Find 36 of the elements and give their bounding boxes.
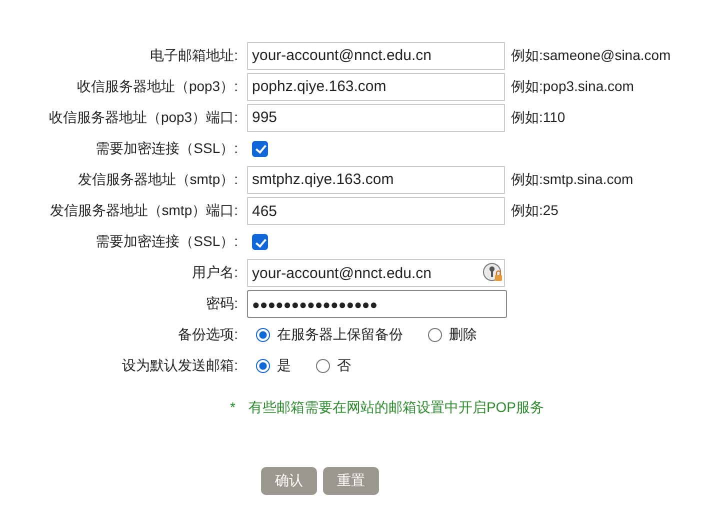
example-hint: 例如:smtp.sina.com <box>510 170 634 189</box>
field-label: 收信服务器地址（pop3）: <box>76 78 239 96</box>
field-label: 电子邮箱地址: <box>149 46 239 65</box>
input-field[interactable]: 995 <box>247 104 505 132</box>
key-lock-icon[interactable] <box>483 263 503 284</box>
field-label: 发信服务器地址（smtp）: <box>76 170 239 189</box>
option-label: 否 <box>337 357 351 376</box>
field-label: 用户名: <box>191 264 239 282</box>
checkbox[interactable] <box>252 234 268 250</box>
input-field[interactable]: smtphz.qiye.163.com <box>247 166 505 194</box>
field-label: 密码: <box>205 295 239 314</box>
option-label: 删除 <box>449 326 477 344</box>
input-field[interactable]: 465 <box>247 197 505 226</box>
option-label: 在服务器上保留备份 <box>277 326 403 344</box>
example-hint: 例如:25 <box>510 202 558 220</box>
radio-button[interactable] <box>256 328 270 342</box>
input-field[interactable]: your-account@nnct.edu.cn <box>247 42 505 70</box>
input-field[interactable]: pophz.qiye.163.com <box>247 72 505 101</box>
field-label: 收信服务器地址（pop3）端口: <box>48 108 239 127</box>
field-label: 发信服务器地址（smtp）端口: <box>48 202 239 220</box>
field-label: 需要加密连接（SSL）: <box>94 233 239 252</box>
field-label: 需要加密连接（SSL）: <box>94 140 239 158</box>
asterisk: * <box>230 399 236 418</box>
example-hint: 例如:sameone@sina.com <box>510 46 671 65</box>
password-field[interactable]: ●●●●●●●●●●●●●●●● <box>247 290 507 318</box>
example-hint: 例如:110 <box>510 108 566 127</box>
radio-button[interactable] <box>428 328 442 342</box>
checkbox[interactable] <box>252 140 268 157</box>
example-hint: 例如:pop3.sina.com <box>510 78 634 96</box>
field-label: 设为默认发送邮箱: <box>121 357 239 376</box>
input-field[interactable]: your-account@nnct.edu.cn <box>247 259 505 288</box>
radio-button[interactable] <box>316 359 330 374</box>
note-text: 有些邮箱需要在网站的邮箱设置中开启POP服务 <box>248 399 544 418</box>
radio-button[interactable] <box>256 359 270 374</box>
option-label: 是 <box>277 357 291 376</box>
field-label: 备份选项: <box>177 326 239 344</box>
